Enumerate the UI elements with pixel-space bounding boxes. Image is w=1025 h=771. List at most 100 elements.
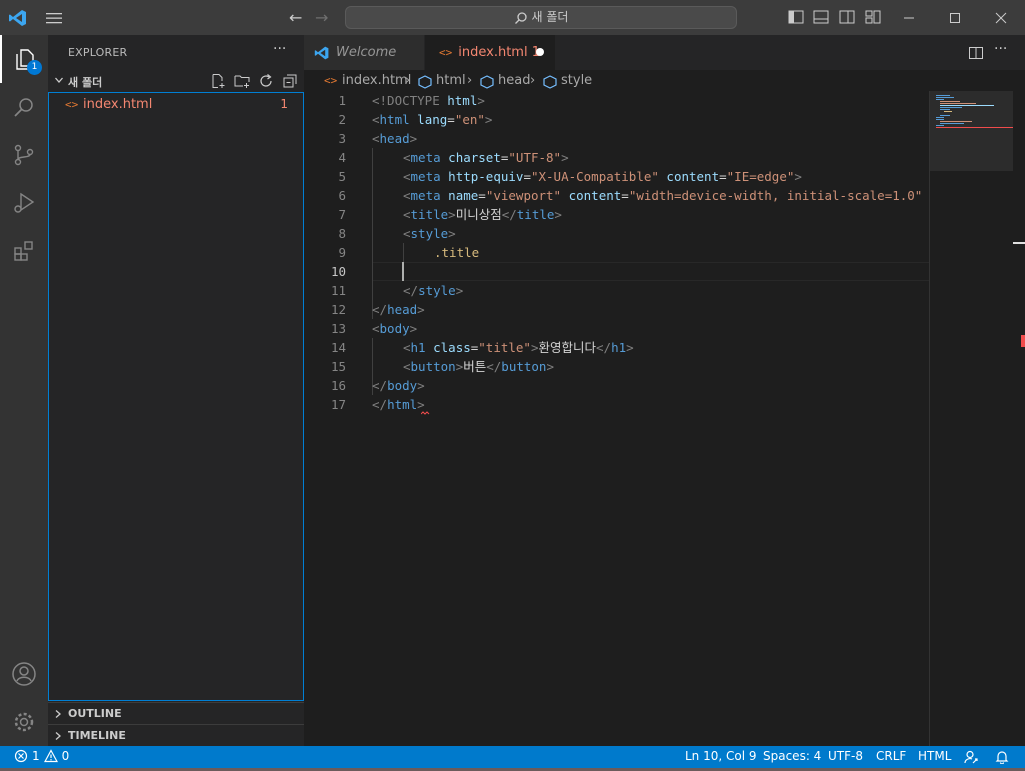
code-token: 환영합니다 (538, 340, 597, 355)
more-actions-icon[interactable]: ··· (273, 41, 286, 57)
explorer-badge: 1 (27, 60, 42, 75)
line-number: 4 (338, 150, 346, 165)
line-number: 16 (330, 378, 346, 393)
feedback-icon[interactable] (964, 750, 978, 764)
new-file-icon[interactable] (210, 73, 226, 89)
code-token: > (417, 302, 425, 317)
customize-layout-icon[interactable] (865, 10, 881, 24)
back-arrow-icon[interactable]: ← (289, 8, 302, 27)
breadcrumb-item[interactable]: index.html (342, 73, 411, 88)
error-icon (14, 749, 28, 763)
code-line: <style> (403, 224, 456, 243)
line-number: 9 (338, 245, 346, 260)
maximize-icon (950, 12, 960, 23)
code-token: "UTF-8" (508, 150, 562, 165)
vertical-scrollbar[interactable] (1013, 91, 1025, 746)
chevron-right-icon: › (530, 73, 536, 88)
manage-activity-button[interactable] (0, 698, 48, 746)
tab-welcome[interactable]: Welcome (304, 35, 424, 70)
code-token: h1 (611, 340, 627, 355)
new-folder-icon[interactable] (234, 73, 250, 89)
outline-section[interactable]: OUTLINE (48, 702, 304, 724)
more-actions-icon[interactable]: ··· (994, 41, 1010, 57)
notifications-bell-icon[interactable] (995, 750, 1009, 764)
code-token: body (379, 321, 410, 336)
problem-count: 1 (280, 97, 288, 111)
code-token: = (447, 112, 455, 127)
tab-index-html[interactable]: <> index.html 1 (425, 35, 555, 70)
code-token: body (387, 378, 418, 393)
code-token: content (561, 188, 622, 203)
line-number: 3 (338, 131, 346, 146)
symbol-icon (480, 75, 494, 89)
minimize-button[interactable] (886, 0, 932, 35)
breadcrumb-item[interactable]: html (436, 73, 466, 88)
close-button[interactable] (978, 0, 1024, 35)
code-token: head (387, 302, 418, 317)
source-control-activity-button[interactable] (0, 131, 48, 179)
code-token: < (403, 226, 411, 241)
line-ending[interactable]: CRLF (876, 749, 906, 763)
line-number: 12 (330, 302, 346, 317)
extensions-activity-button[interactable] (0, 227, 48, 275)
vscode-logo-icon[interactable] (8, 8, 28, 28)
encoding[interactable]: UTF-8 (828, 749, 863, 763)
code-token: html (439, 93, 478, 108)
indentation[interactable]: Spaces: 4 (763, 749, 821, 763)
code-line: <html lang="en"> (372, 110, 492, 129)
toggle-panel-icon[interactable] (813, 10, 829, 24)
close-icon (995, 12, 1007, 23)
code-token: </ (372, 378, 388, 393)
code-line: <h1 class="title">환영합니다</h1> (403, 338, 634, 357)
run-debug-activity-button[interactable] (0, 179, 48, 227)
cursor-position[interactable]: Ln 10, Col 9 (685, 749, 757, 763)
explorer-activity-button[interactable]: 1 (0, 35, 48, 83)
problems-status[interactable]: 1 0 (14, 749, 69, 763)
code-token: h1 (410, 340, 426, 355)
code-token: > (455, 283, 464, 298)
code-token: < (403, 359, 411, 374)
collapse-all-icon[interactable] (282, 73, 298, 89)
code-token: "IE=edge" (726, 169, 795, 184)
text-cursor (402, 262, 404, 281)
code-token: > (409, 321, 418, 336)
code-editor[interactable]: 1 2 3 4 5 6 7 8 9 10 11 12 13 14 15 16 1… (304, 91, 929, 746)
accounts-activity-button[interactable] (0, 650, 48, 698)
code-line: <title>미니상점</title> (403, 205, 562, 224)
forward-arrow-icon[interactable]: → (315, 8, 328, 27)
command-center-search[interactable]: 새 폴더 (345, 6, 737, 29)
timeline-section[interactable]: TIMELINE (48, 724, 304, 746)
search-icon (14, 98, 33, 117)
file-tree-item[interactable]: <> index.html 1 (49, 94, 303, 116)
code-token: lang (409, 112, 448, 127)
line-number: 5 (338, 169, 346, 184)
unsaved-dot-icon[interactable] (536, 48, 544, 56)
warning-count: 0 (61, 749, 70, 763)
line-number: 11 (330, 283, 346, 298)
breadcrumb-item[interactable]: head (498, 73, 530, 88)
code-token: = (719, 169, 727, 184)
code-token: </ (403, 283, 419, 298)
menu-icon[interactable] (44, 9, 64, 27)
breadcrumb-item[interactable]: style (561, 73, 592, 88)
folder-name: 새 폴더 (68, 76, 103, 89)
code-token: > (417, 378, 425, 393)
minimap[interactable] (929, 91, 1014, 746)
minimap-preview (936, 95, 1014, 128)
code-token: style (410, 226, 449, 241)
toggle-secondary-sidebar-icon[interactable] (839, 10, 855, 24)
vscode-logo-icon (314, 46, 329, 59)
file-tree: <> index.html 1 (48, 92, 304, 701)
split-editor-icon[interactable] (968, 45, 984, 61)
toggle-primary-sidebar-icon[interactable] (788, 10, 804, 24)
language-mode[interactable]: HTML (918, 749, 951, 763)
search-activity-button[interactable] (0, 83, 48, 131)
chevron-right-icon: › (405, 73, 411, 88)
maximize-button[interactable] (932, 0, 978, 35)
refresh-icon[interactable] (258, 73, 274, 89)
code-line: </head> (372, 300, 425, 319)
chevron-down-icon (55, 77, 63, 83)
code-token: "title" (478, 340, 531, 355)
code-token: = (621, 188, 629, 203)
current-line-highlight (372, 262, 929, 281)
